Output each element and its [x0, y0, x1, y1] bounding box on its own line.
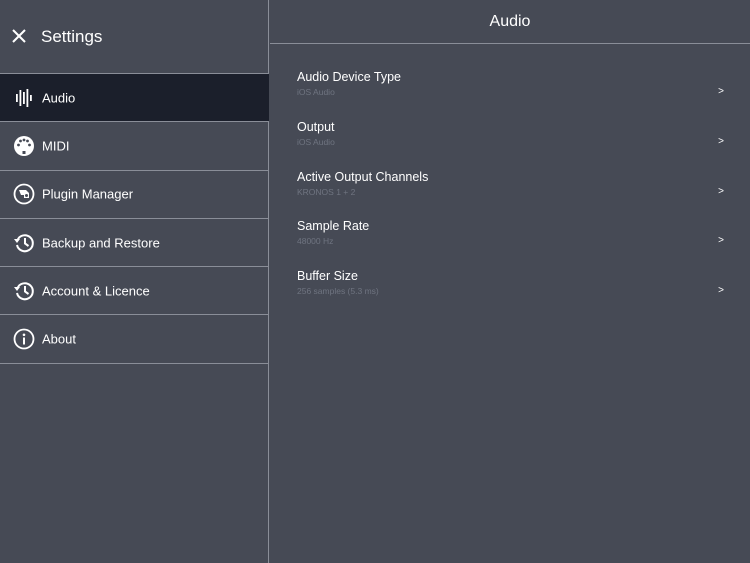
chevron-right-icon: > — [718, 285, 724, 297]
settings-screen: Settings Audio MIDI Plugin Manager Backu… — [0, 0, 750, 563]
setting-value: 256 samples (5.3 ms) — [297, 286, 379, 297]
sidebar-item-audio[interactable]: Audio — [0, 74, 269, 123]
sidebar-item-label: Backup and Restore — [42, 235, 160, 251]
setting-title: Active Output Channels — [297, 169, 429, 184]
midi-connector-icon — [13, 135, 35, 157]
setting-buffer-size[interactable]: Buffer Size 256 samples (5.3 ms) > — [270, 265, 750, 315]
sidebar-item-account-and-licence[interactable]: Account & Licence — [0, 267, 269, 316]
setting-title: Buffer Size — [297, 269, 358, 284]
setting-value: iOS Audio — [297, 87, 335, 97]
settings-nav: Audio MIDI Plugin Manager Backup and Res… — [0, 73, 269, 364]
sidebar-item-label: Audio — [42, 90, 76, 106]
sidebar-item-label: About — [42, 331, 76, 347]
chevron-right-icon: > — [718, 135, 724, 147]
sidebar-item-about[interactable]: About — [0, 315, 269, 364]
history-icon — [13, 280, 35, 302]
chevron-right-icon: > — [718, 235, 724, 247]
chevron-right-icon: > — [718, 185, 724, 197]
setting-title: Audio Device Type — [297, 70, 401, 84]
close-icon[interactable] — [10, 27, 28, 45]
settings-sidebar: Settings Audio MIDI Plugin Manager Backu… — [0, 0, 269, 563]
detail-header: Audio — [270, 0, 750, 44]
info-icon — [13, 328, 35, 350]
setting-value: 48000 Hz — [297, 236, 334, 247]
sidebar-item-label: MIDI — [42, 138, 70, 154]
setting-active-output-channels[interactable]: Active Output Channels KRONOS 1 + 2 > — [270, 166, 750, 216]
audio-settings-list: Audio Device Type iOS Audio > Output iOS… — [270, 66, 750, 315]
settings-detail-pane: Audio Audio Device Type iOS Audio > Outp… — [270, 0, 750, 563]
page-title: Audio — [489, 13, 531, 30]
setting-sample-rate[interactable]: Sample Rate 48000 Hz > — [270, 215, 750, 265]
setting-title: Sample Rate — [297, 219, 370, 234]
sidebar-item-label: Plugin Manager — [42, 186, 134, 202]
sidebar-item-midi[interactable]: MIDI — [0, 122, 269, 171]
setting-value: iOS Audio — [297, 136, 335, 147]
sidebar-header: Settings — [0, 0, 269, 73]
chevron-right-icon: > — [718, 86, 724, 97]
setting-value: KRONOS 1 + 2 — [297, 186, 356, 197]
setting-title: Output — [297, 119, 335, 134]
plugin-icon — [13, 183, 35, 205]
setting-audio-device-type[interactable]: Audio Device Type iOS Audio > — [270, 66, 750, 116]
history-icon — [13, 232, 35, 254]
sidebar-item-plugin-manager[interactable]: Plugin Manager — [0, 171, 269, 219]
setting-output[interactable]: Output iOS Audio > — [270, 116, 750, 166]
sidebar-title: Settings — [41, 27, 103, 46]
waveform-icon — [13, 87, 35, 109]
sidebar-item-backup-and-restore[interactable]: Backup and Restore — [0, 219, 269, 268]
sidebar-item-label: Account & Licence — [42, 283, 150, 299]
